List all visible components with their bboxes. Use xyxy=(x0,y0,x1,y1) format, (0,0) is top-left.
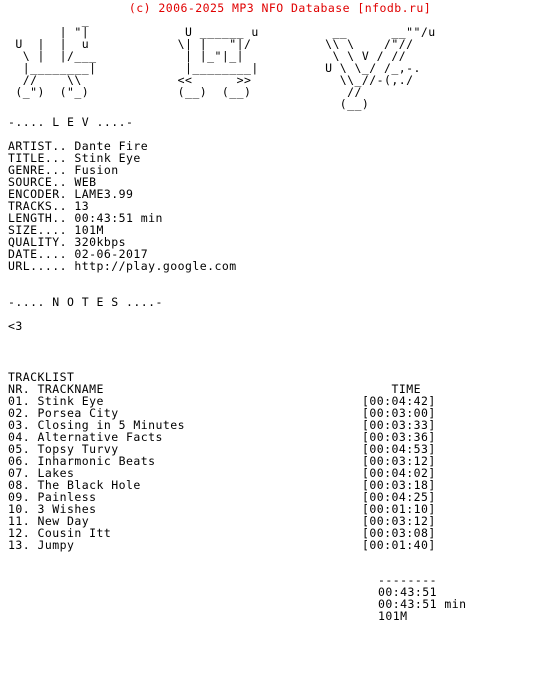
info-block: -.... L E V ....- ARTIST.. Dante Fire TI… xyxy=(8,115,237,333)
ascii-art-logo: _ | "| U ______ u __ __""/u U | | u \| |… xyxy=(15,13,436,111)
tracklist-times-column: TIME [00:04:42] [00:03:00] [00:03:33] [0… xyxy=(362,382,436,552)
tracklist-names-column: TRACKLIST NR. TRACKNAME 01. Stink Eye 02… xyxy=(8,370,185,552)
totals-summary: -------- 00:43:51 00:43:51 min 101M xyxy=(378,573,467,623)
nfo-document: (c) 2006-2025 MP3 NFO Database [nfodb.ru… xyxy=(0,0,560,684)
